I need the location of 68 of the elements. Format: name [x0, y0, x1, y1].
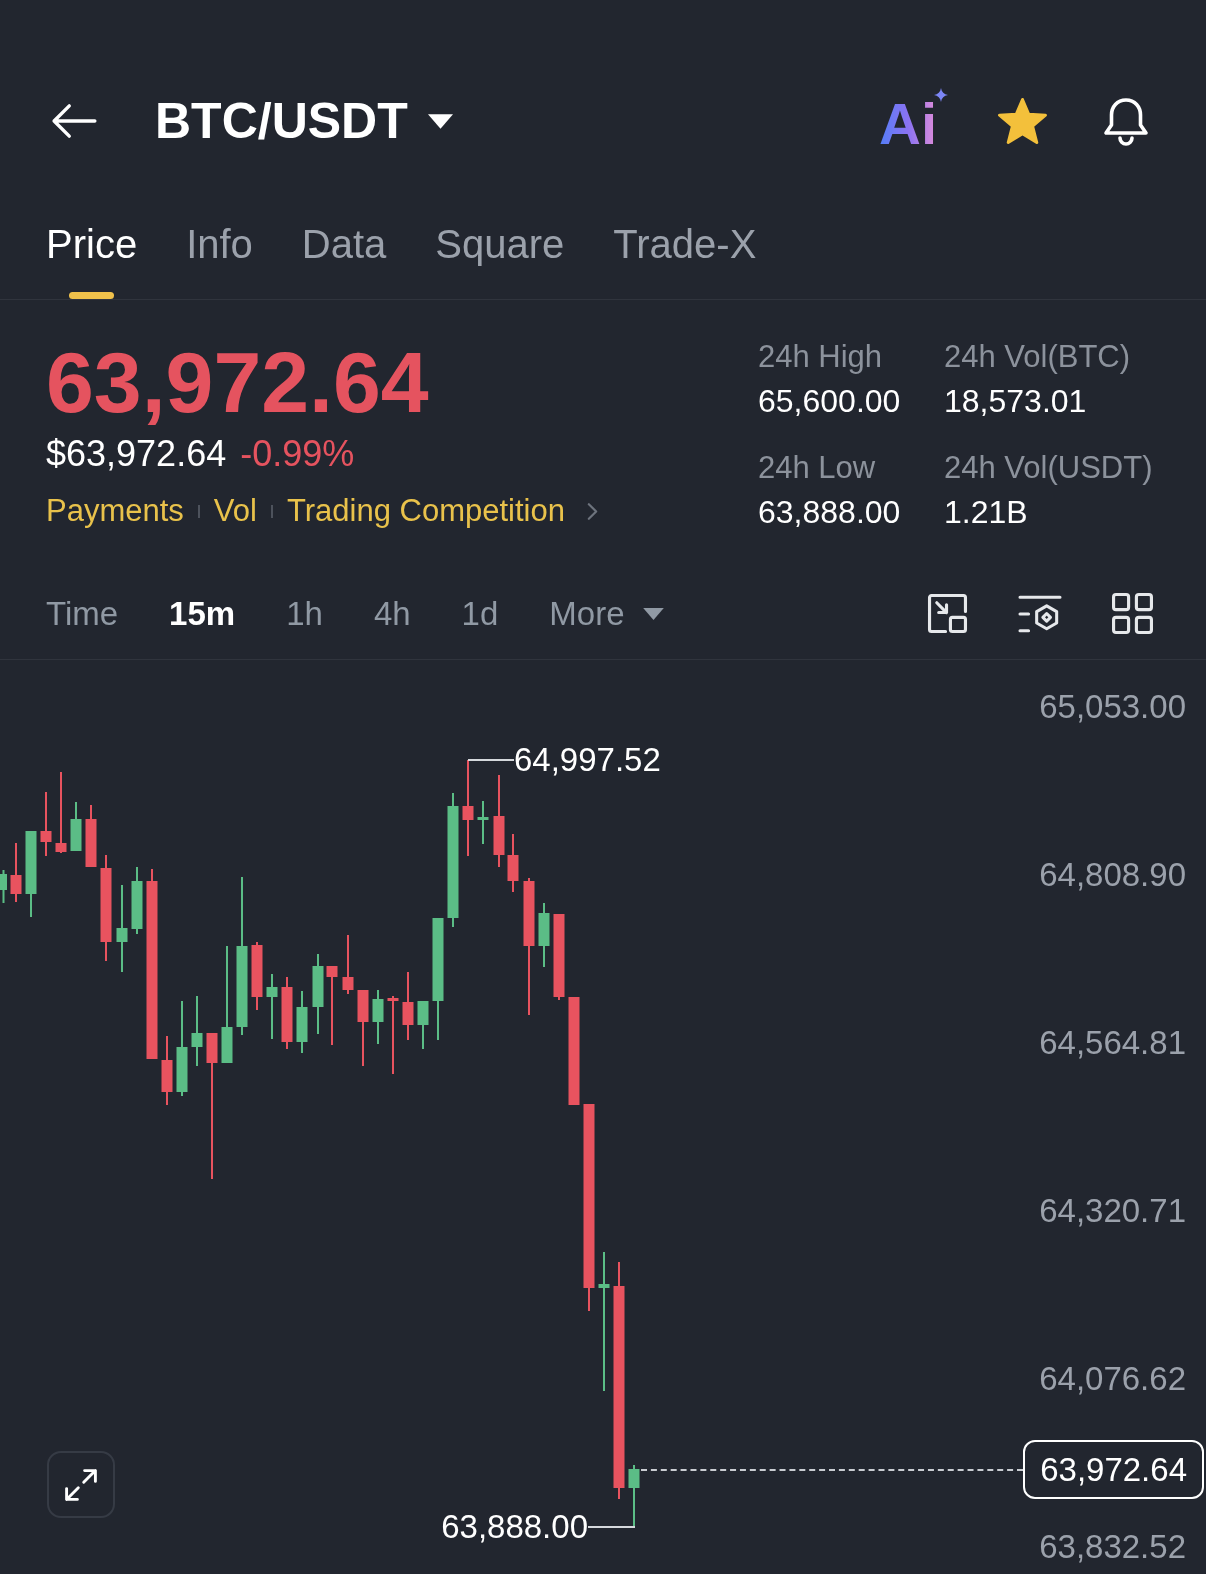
candle	[402, 972, 414, 1040]
candle	[477, 801, 489, 844]
tab[interactable]: Data	[301, 181, 387, 299]
tab[interactable]: Info	[186, 181, 253, 299]
candle	[70, 802, 82, 851]
last-price-label: 63,972.64	[1023, 1440, 1204, 1499]
price-change: -0.99%	[240, 432, 355, 476]
candle	[281, 977, 293, 1049]
candle	[628, 1465, 640, 1527]
back-arrow-icon[interactable]	[50, 103, 98, 139]
axis-label: 64,808.90	[1039, 855, 1186, 895]
candle	[131, 867, 143, 934]
candle	[10, 843, 22, 902]
interval-tab[interactable]: 15m	[169, 591, 236, 636]
tab[interactable]: Trade-X	[613, 181, 757, 299]
stat-label: 24h High	[758, 338, 883, 376]
candle	[266, 974, 278, 1039]
star-icon[interactable]	[997, 96, 1048, 146]
candle	[296, 991, 308, 1053]
axis-label: 64,076.62	[1039, 1359, 1186, 1399]
stat-value: 65,600.00	[758, 382, 901, 421]
stat-label: 24h Vol(BTC)	[944, 338, 1131, 376]
stat-value: 1.21B	[944, 493, 1028, 532]
candle	[40, 792, 52, 856]
caret-icon	[642, 607, 664, 620]
candle	[161, 1036, 173, 1105]
candle	[342, 935, 354, 994]
low-price-label: 63,888.00	[441, 1507, 588, 1547]
tag-link[interactable]: Vol	[213, 491, 257, 531]
grid-icon[interactable]	[1112, 593, 1153, 634]
leader-line	[588, 1526, 635, 1528]
axis-label: 64,564.81	[1039, 1023, 1186, 1063]
interval-tab[interactable]: Time	[46, 591, 119, 636]
interval-tab[interactable]: 1d	[461, 591, 499, 636]
candle	[538, 903, 550, 967]
window-arrow-icon[interactable]	[927, 593, 968, 634]
more-dropdown[interactable]: More	[549, 591, 664, 636]
bell-icon[interactable]	[1102, 95, 1150, 147]
last-price: 63,972.64	[46, 339, 429, 425]
axis-label: 65,053.00	[1039, 687, 1186, 727]
expand-button[interactable]	[47, 1451, 115, 1518]
high-price-label: 64,997.52	[514, 740, 661, 780]
candle	[85, 805, 97, 867]
candle	[191, 996, 203, 1066]
hexagon-lines-icon[interactable]	[1018, 593, 1062, 634]
fiat-price: $63,972.64	[46, 432, 227, 476]
sparkle-icon	[934, 88, 948, 102]
chevron-right-icon[interactable]	[586, 501, 598, 521]
expand-icon	[63, 1466, 99, 1503]
axis-label: 64,320.71	[1039, 1191, 1186, 1231]
tag-link[interactable]: Payments	[46, 491, 184, 531]
stat-value: 18,573.01	[944, 382, 1087, 421]
stat-value: 63,888.00	[758, 493, 901, 532]
stat-label: 24h Low	[758, 449, 876, 487]
tab[interactable]: Price	[46, 181, 138, 299]
stat-label: 24h Vol(USDT)	[944, 449, 1153, 487]
tab[interactable]: Square	[435, 181, 565, 299]
tag-link[interactable]: Trading Competition	[286, 491, 565, 531]
candle	[507, 834, 519, 892]
interval-tab[interactable]: 1h	[286, 591, 323, 636]
candle	[372, 990, 384, 1044]
leader-line	[468, 759, 514, 761]
caret-icon	[427, 113, 453, 129]
axis-label: 63,832.52	[1039, 1527, 1186, 1567]
candle	[251, 942, 263, 1010]
interval-tab[interactable]: 4h	[373, 591, 411, 636]
candle	[417, 1001, 429, 1049]
pair-selector[interactable]: BTC/USDT	[155, 91, 453, 151]
